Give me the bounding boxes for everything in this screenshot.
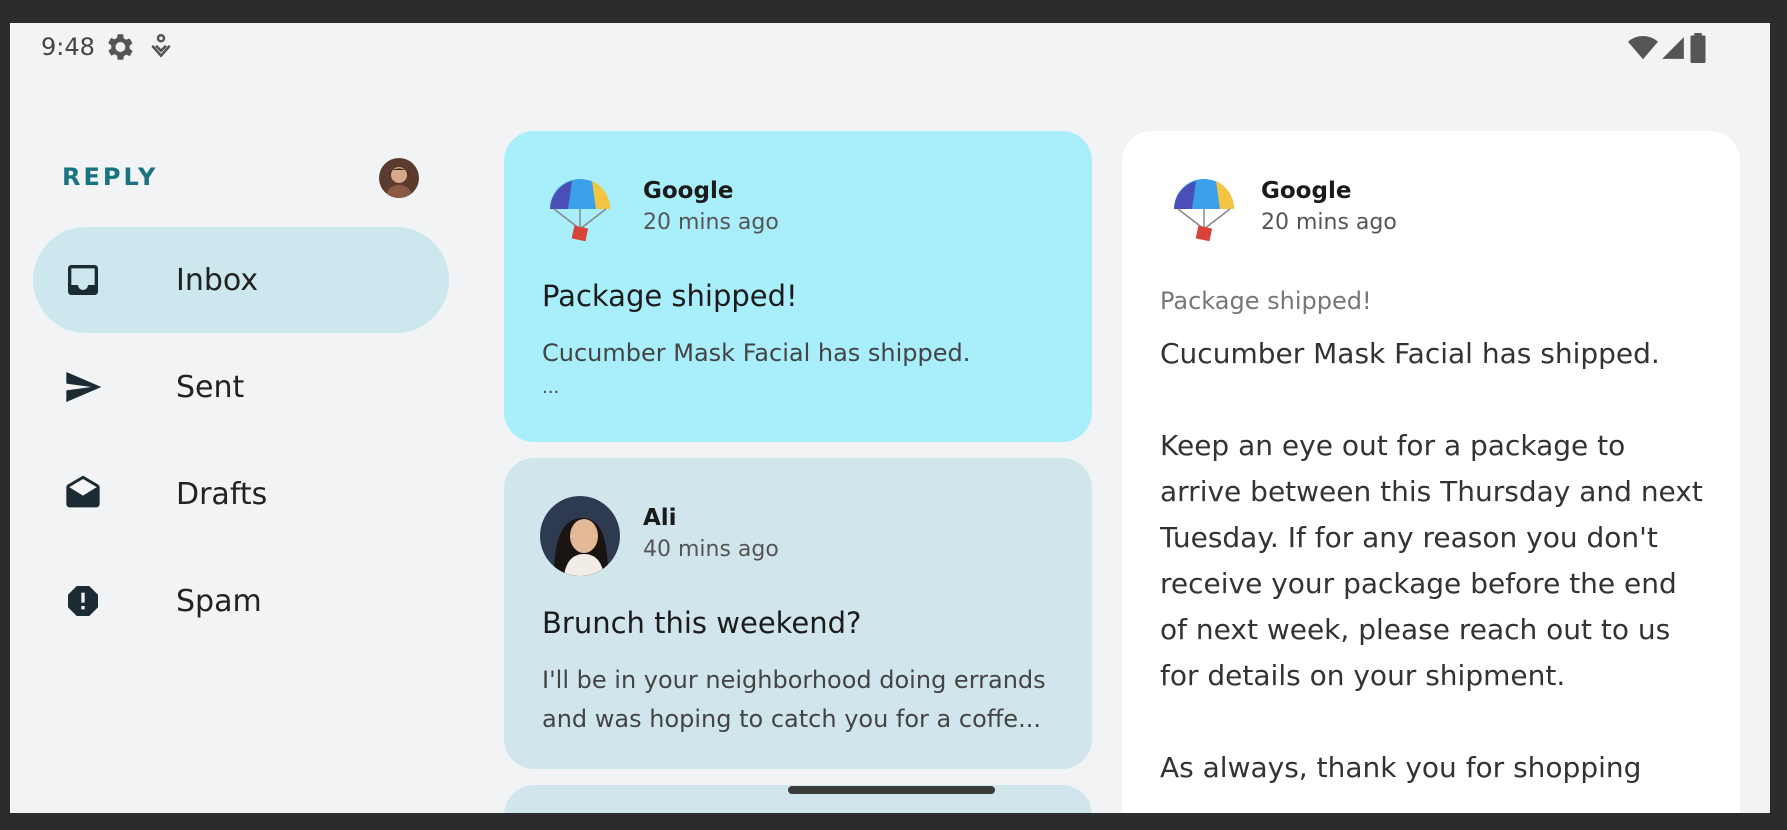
- nav-item-drafts[interactable]: Drafts: [33, 441, 449, 547]
- accessibility-icon: [151, 33, 171, 58]
- email-preview: I'll be in your neighborhood doing erran…: [542, 666, 1046, 733]
- nav-label-sent: Sent: [176, 370, 245, 405]
- nav-item-spam[interactable]: Spam: [33, 548, 449, 654]
- send-icon: [66, 372, 102, 402]
- status-bar: 9:48: [10, 23, 1770, 79]
- detail-subject: Package shipped!: [1160, 287, 1372, 315]
- email-sender: Ali: [643, 505, 677, 531]
- email-time: 40 mins ago: [643, 537, 779, 562]
- email-detail-pane: Google 20 mins ago Package shipped! Cucu…: [1122, 131, 1740, 813]
- ali-avatar: [540, 496, 620, 576]
- email-time: 20 mins ago: [643, 210, 779, 235]
- signal-icon: [1662, 37, 1684, 59]
- email-preview-line: Cucumber Mask Facial has shipped.: [542, 339, 971, 367]
- battery-icon: [1690, 33, 1706, 63]
- nav-label-drafts: Drafts: [176, 477, 268, 512]
- parachute-logo-icon: [550, 179, 611, 242]
- app-screen: 9:48 REPLY Inbox Sent Drafts Spam Google…: [10, 23, 1770, 813]
- inbox-icon: [68, 265, 98, 295]
- user-avatar[interactable]: [379, 158, 419, 198]
- drafts-icon: [66, 475, 100, 508]
- email-sender: Google: [643, 178, 734, 204]
- email-card-google[interactable]: Google 20 mins ago Package shipped! Cucu…: [504, 131, 1092, 442]
- nav-label-spam: Spam: [176, 584, 262, 619]
- detail-time: 20 mins ago: [1261, 210, 1397, 235]
- spam-icon: [68, 586, 98, 616]
- email-subject: Package shipped!: [542, 279, 798, 313]
- email-card-ali[interactable]: Ali 40 mins ago Brunch this weekend? I'l…: [504, 458, 1092, 769]
- detail-sender: Google: [1261, 178, 1352, 204]
- email-subject: Brunch this weekend?: [542, 606, 862, 640]
- nav-label-inbox: Inbox: [176, 263, 259, 298]
- email-preview: Cucumber Mask Facial has shipped. ...: [542, 334, 1062, 403]
- gesture-handle[interactable]: [788, 786, 995, 794]
- detail-body: Cucumber Mask Facial has shipped. Keep a…: [1160, 337, 1703, 784]
- email-preview-ellipsis: ...: [542, 377, 560, 398]
- wifi-icon: [1628, 36, 1658, 60]
- nav-item-sent[interactable]: Sent: [33, 334, 449, 440]
- nav-item-inbox[interactable]: Inbox: [33, 227, 449, 333]
- parachute-logo-icon: [1174, 179, 1235, 242]
- app-brand-logo: REPLY: [62, 163, 159, 191]
- status-time: 9:48: [41, 33, 95, 61]
- settings-icon: [108, 34, 133, 60]
